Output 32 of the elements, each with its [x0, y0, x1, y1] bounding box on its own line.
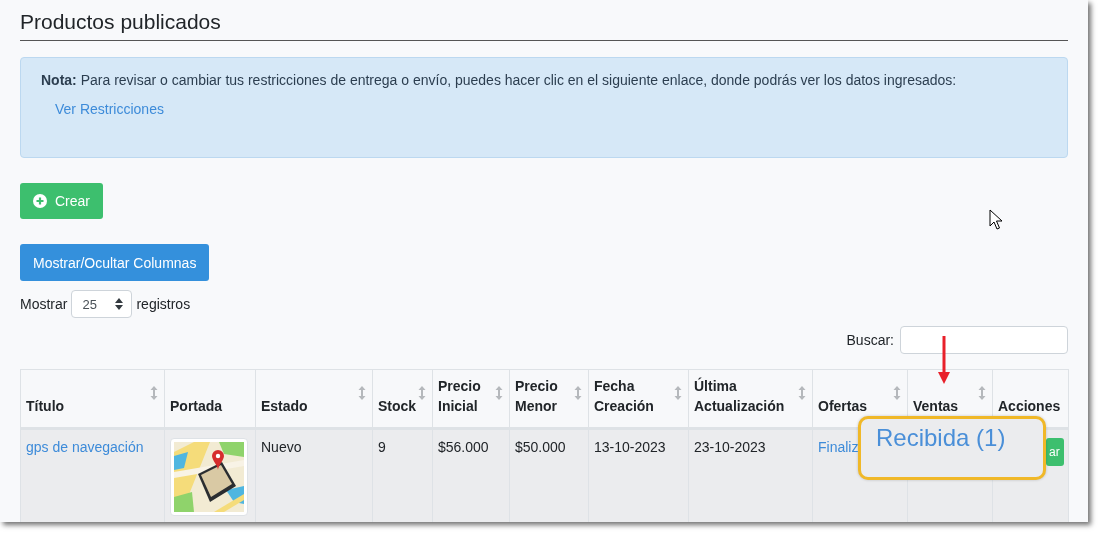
sort-icon[interactable]: [574, 386, 582, 400]
table-cell: 13-10-2023: [594, 439, 666, 455]
sort-icon[interactable]: [495, 386, 503, 400]
table-cell: Nuevo: [261, 439, 302, 455]
zoom-callout: Recibida (1): [858, 416, 1046, 480]
plus-circle-icon: [33, 194, 47, 208]
page-size-select[interactable]: 25: [71, 290, 133, 318]
sort-icon[interactable]: [893, 386, 901, 400]
column-header[interactable]: Estado: [261, 396, 308, 416]
mouse-cursor-icon: [989, 209, 1003, 231]
arrow-annotation: [938, 336, 950, 384]
sort-icon[interactable]: [674, 386, 682, 400]
search-label: Buscar:: [846, 332, 894, 348]
page-title: Productos publicados: [20, 0, 1068, 41]
column-header[interactable]: Título: [26, 396, 65, 416]
sort-icon[interactable]: [150, 386, 158, 400]
column-header[interactable]: Ventas: [913, 396, 959, 416]
up-down-caret-icon: [115, 298, 124, 310]
column-header[interactable]: Ofertas: [818, 396, 868, 416]
sort-icon[interactable]: [798, 386, 806, 400]
table-cell: $56.000: [438, 439, 489, 455]
sort-icon[interactable]: [418, 386, 426, 400]
sort-icon[interactable]: [358, 386, 366, 400]
column-header[interactable]: Portada: [170, 396, 223, 416]
table-cell: $50.000: [515, 439, 566, 455]
length-label: Mostrar: [20, 296, 68, 312]
search-field[interactable]: [900, 326, 1068, 354]
length-label: registros: [136, 296, 191, 312]
table-cell: 9: [378, 439, 386, 455]
note-text: Nota: Para revisar o cambiar tus restricciones de entrega o envío, puedes hacer clic en el siguiente enlace, donde podrás ver los datos ingresados:: [41, 72, 958, 88]
sort-icon[interactable]: [978, 386, 986, 400]
table-cell: 23-10-2023: [694, 439, 766, 455]
